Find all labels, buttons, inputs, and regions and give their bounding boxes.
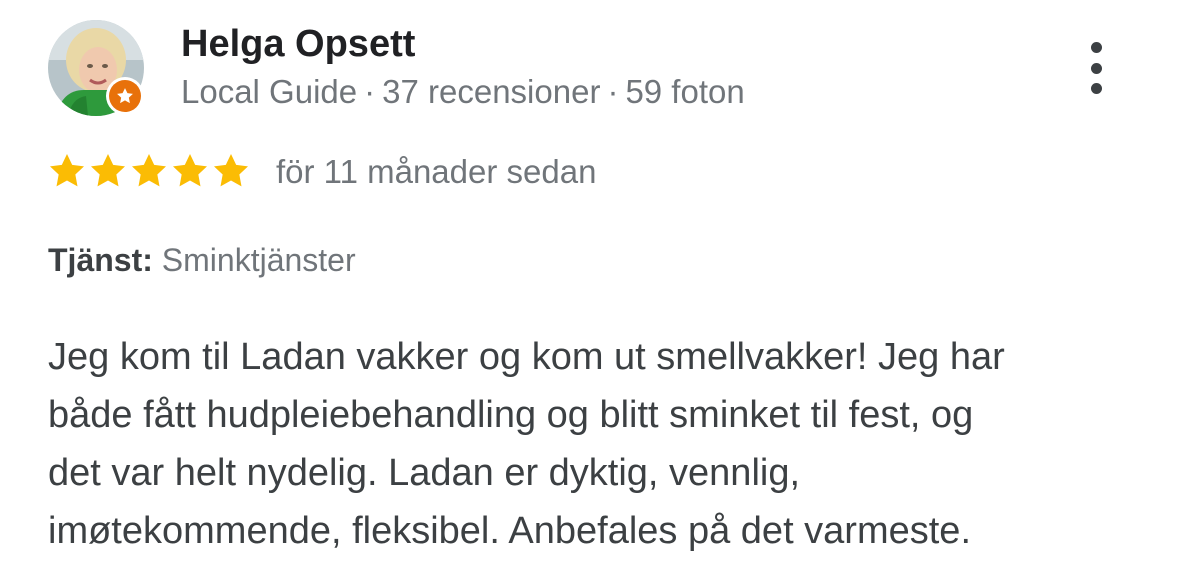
photos-count: 59 foton	[625, 73, 745, 110]
more-vert-icon-dot	[1090, 83, 1102, 94]
local-guide-label: Local Guide	[181, 73, 358, 110]
more-vert-icon-dot	[1090, 62, 1102, 74]
star-icon	[91, 154, 125, 187]
meta-separator: ·	[607, 73, 619, 110]
review-card: Helga Opsett Local Guide · 37 recensioner ·…	[0, 0, 1179, 582]
review-text: Jeg kom til Ladan vakker og kom ut smell…	[48, 328, 1148, 560]
star-icon	[214, 154, 248, 187]
local-guide-star-icon	[109, 80, 141, 112]
review-text-line: både fått hudpleiebehandling og blitt sm…	[48, 394, 974, 436]
review-text-line: Jeg kom til Ladan vakker og kom ut smell…	[48, 336, 1005, 378]
star-icon	[132, 154, 166, 187]
review-text-line: imøtekommende, fleksibel. Anbefales på d…	[48, 510, 972, 552]
reviewer-name[interactable]: Helga Opsett	[181, 22, 415, 66]
star-icon	[173, 154, 207, 187]
service-line: Tjänst: Sminktjänster	[48, 240, 356, 280]
more-vert-icon	[1090, 42, 1102, 53]
reviewer-meta: Local Guide · 37 recensioner · 59 foton	[181, 72, 745, 112]
review-date: för 11 månader sedan	[276, 153, 597, 190]
meta-separator: ·	[364, 73, 376, 110]
more-options-button[interactable]	[1078, 38, 1114, 98]
star-rating	[47, 151, 251, 191]
star-icon	[50, 154, 84, 187]
service-label: Tjänst:	[48, 242, 153, 278]
local-guide-badge	[106, 77, 144, 115]
reviews-count: 37 recensioner	[382, 73, 601, 110]
service-value: Sminktjänster	[161, 242, 356, 278]
review-text-line: det var helt nydelig. Ladan er dyktig, v…	[48, 452, 801, 494]
